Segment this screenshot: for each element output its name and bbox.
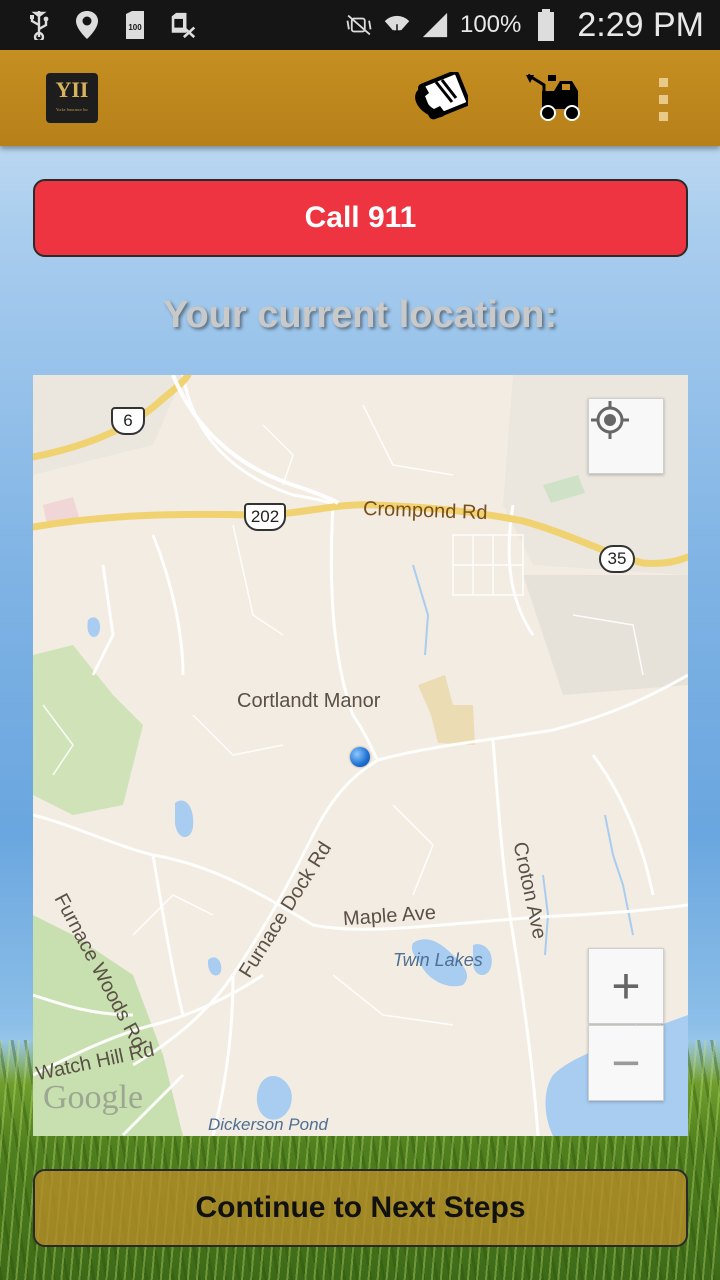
my-location-button[interactable] bbox=[588, 398, 664, 474]
logo-subtext: Yorke Insurance Inc bbox=[55, 107, 89, 112]
route-35-shield: 35 bbox=[599, 545, 635, 573]
map-label-dickerson-pond: Dickerson Pond bbox=[208, 1115, 329, 1134]
status-bar: 100 100% 2:29 PM bbox=[0, 0, 720, 50]
sd-card-icon: 100 bbox=[122, 11, 148, 39]
google-attribution: Google bbox=[43, 1079, 144, 1116]
route-202-shield: 202 bbox=[244, 503, 286, 531]
location-map[interactable]: 6 202 35 Crompond Rd Cortlandt Manor Fur… bbox=[33, 375, 688, 1136]
logo-text: YII bbox=[55, 77, 89, 102]
usb-icon bbox=[26, 11, 52, 40]
route-6-shield: 6 bbox=[111, 407, 145, 435]
continue-next-steps-button[interactable]: Continue to Next Steps bbox=[33, 1169, 688, 1247]
zoom-in-button[interactable]: + bbox=[588, 948, 664, 1024]
map-label-cortlandt-manor: Cortlandt Manor bbox=[237, 690, 381, 712]
no-sim-icon bbox=[170, 11, 196, 39]
signal-icon bbox=[422, 11, 448, 39]
sd-card-label: 100 bbox=[128, 23, 142, 32]
current-location-heading: Your current location: bbox=[162, 294, 558, 336]
zoom-out-button[interactable]: − bbox=[588, 1025, 664, 1101]
map-label-crompond-rd: Crompond Rd bbox=[362, 497, 488, 525]
current-location-marker bbox=[350, 747, 370, 767]
map-label-twin-lakes: Twin Lakes bbox=[393, 950, 483, 970]
location-pin-icon bbox=[74, 11, 100, 39]
wifi-icon bbox=[384, 11, 410, 39]
battery-percent: 100% bbox=[459, 11, 522, 38]
mute-icon bbox=[346, 11, 372, 39]
app-bar: YII Yorke Insurance Inc bbox=[0, 50, 720, 146]
clock: 2:29 PM bbox=[577, 5, 704, 44]
battery-icon bbox=[533, 9, 559, 41]
tow-truck-icon bbox=[524, 71, 582, 128]
overflow-menu-icon[interactable] bbox=[640, 68, 686, 130]
tow-truck-button[interactable] bbox=[522, 68, 584, 130]
call-911-button[interactable]: Call 911 bbox=[33, 179, 688, 257]
call-agent-button[interactable] bbox=[408, 68, 471, 130]
app-logo[interactable]: YII Yorke Insurance Inc bbox=[46, 73, 98, 123]
phone-call-icon bbox=[410, 70, 471, 127]
